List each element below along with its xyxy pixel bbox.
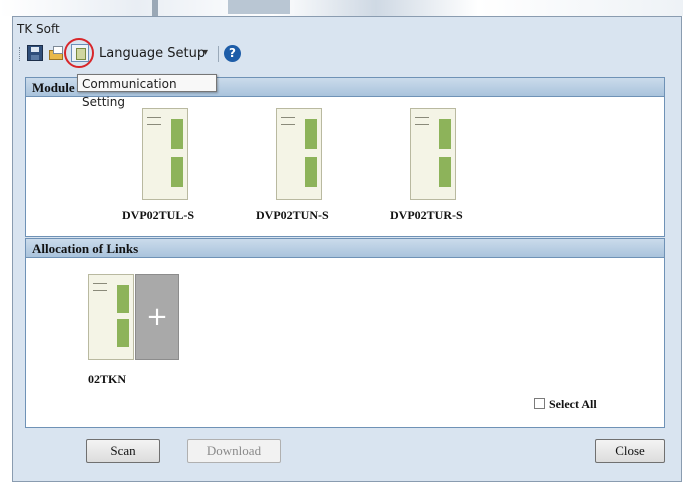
select-all-checkbox[interactable] [534,398,545,409]
highlight-circle [64,38,94,68]
title-bar: TK Soft [13,17,681,41]
background-strip [0,0,683,16]
module-card-dvp02tur-s[interactable] [410,108,456,200]
linked-module-label: 02TKN [88,372,127,386]
module-card-dvp02tun-s[interactable] [276,108,322,200]
module-graphic [439,119,451,149]
module-graphic [147,117,161,125]
module-card-dvp02tul-s[interactable] [142,108,188,200]
save-icon[interactable] [27,45,43,61]
chevron-down-icon[interactable]: ▾ [203,47,208,58]
allocation-header: Allocation of Links [26,239,664,258]
toolbar-separator [218,46,219,62]
scan-button[interactable]: Scan [86,439,160,463]
module-graphic [117,285,129,313]
module-graphic [117,319,129,347]
toolbar-grip[interactable] [19,47,22,61]
add-module-slot[interactable]: + [135,274,179,360]
module-graphic [171,157,183,187]
close-button[interactable]: Close [595,439,665,463]
linked-module-card[interactable] [88,274,134,360]
module-label: DVP02TUL-S [122,208,195,222]
module-graphic [305,157,317,187]
open-folder-icon[interactable] [49,45,65,61]
download-button[interactable]: Download [187,439,281,463]
tooltip: Communication Setting [77,74,217,109]
module-label: DVP02TUN-S [256,208,329,222]
module-graphic [281,117,295,125]
background-block [228,0,290,14]
allocation-of-links-group: Allocation of Links + 02TKN Select All [25,238,665,428]
allocation-title: Allocation of Links [32,241,139,256]
module-graphic [171,119,183,149]
toolbar: Language Setup ▾ ? [17,38,677,68]
select-all-label[interactable]: Select All [549,397,597,412]
window-title: TK Soft [17,22,60,36]
module-graphic [305,119,317,149]
help-icon[interactable]: ? [224,45,241,62]
module-graphic [93,283,107,291]
language-setup-menu[interactable]: Language Setup [99,46,205,61]
background-post [152,0,158,16]
module-graphic [415,117,429,125]
module-graphic [439,157,451,187]
module-label: DVP02TUR-S [390,208,463,222]
